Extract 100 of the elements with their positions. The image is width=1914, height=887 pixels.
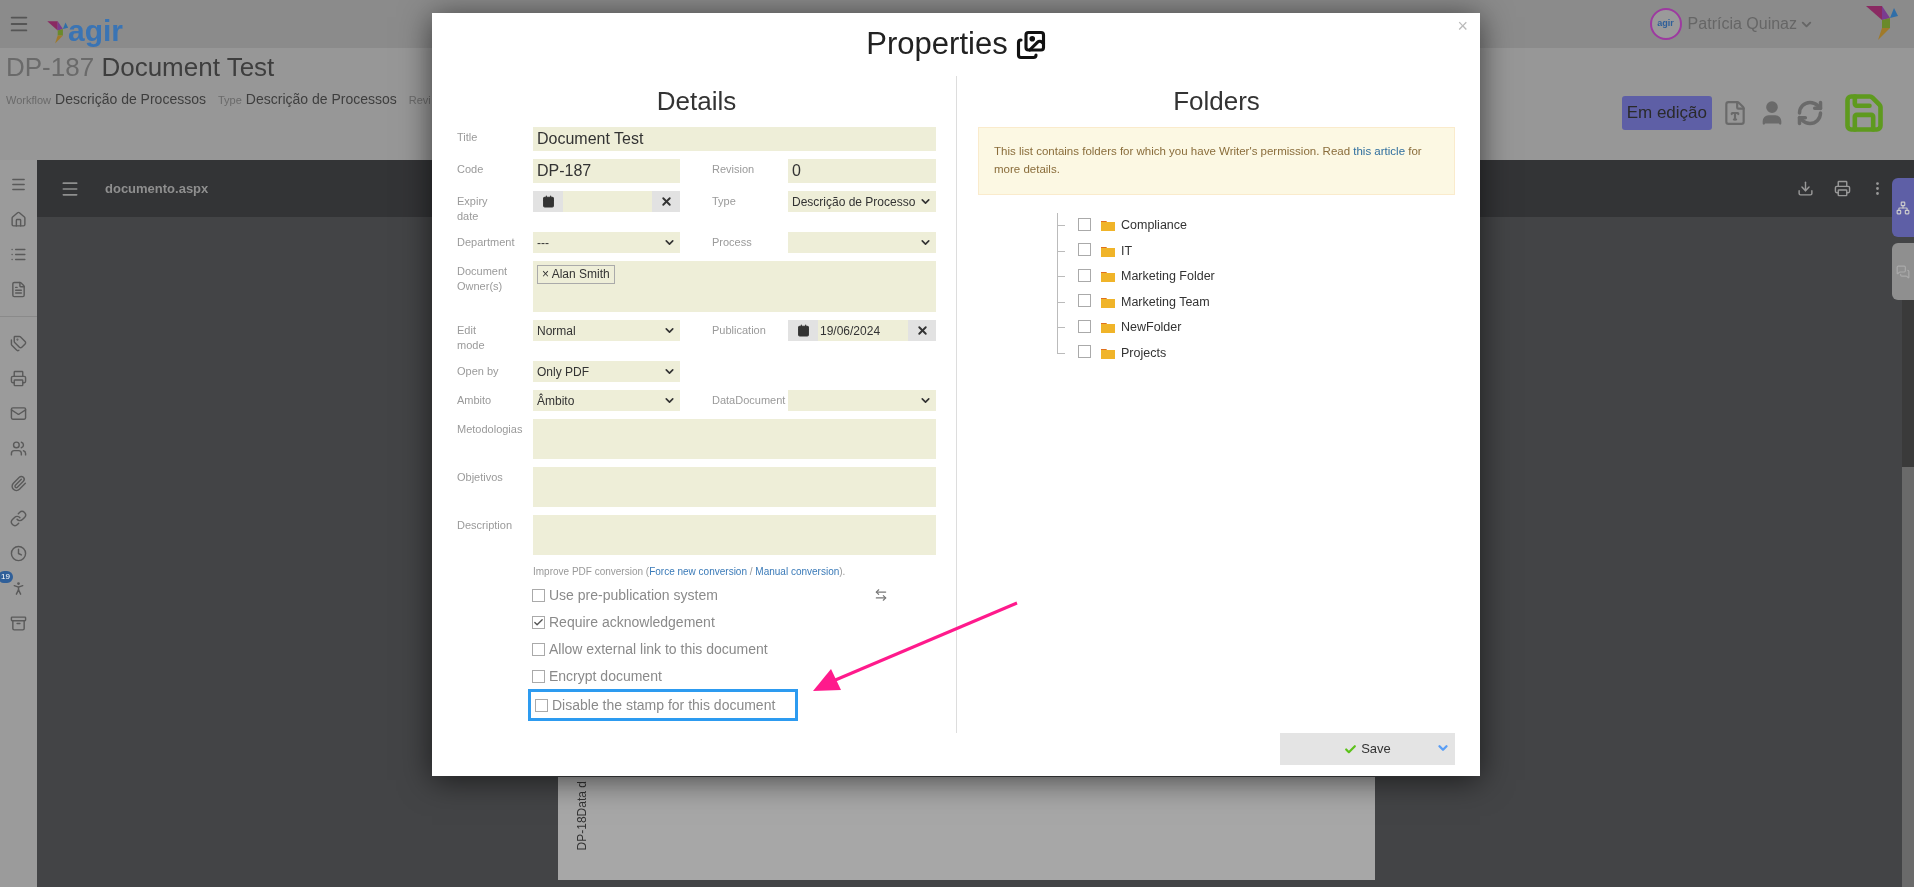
folder-icon: [1101, 296, 1115, 308]
mail-icon[interactable]: [10, 405, 27, 422]
dialog-title: Properties: [866, 25, 1008, 64]
checkbox[interactable]: [532, 615, 545, 629]
refresh-icon[interactable]: [1796, 99, 1824, 127]
checkbox[interactable]: [1078, 268, 1091, 282]
checkbox[interactable]: [532, 588, 545, 602]
folder-icon: [1101, 322, 1115, 334]
list-icon[interactable]: [10, 246, 27, 263]
folder-name[interactable]: NewFolder: [1121, 318, 1182, 338]
file-icon[interactable]: [10, 281, 27, 298]
field-label: Type: [712, 194, 737, 209]
checkbox[interactable]: [1078, 319, 1091, 333]
field-label: Process: [712, 235, 753, 250]
checkbox[interactable]: [532, 669, 545, 683]
images-icon: [1015, 29, 1046, 60]
comments-tab[interactable]: [1892, 243, 1914, 300]
field-label: Objetivos: [457, 470, 504, 485]
meta-value: Descrição de Processos: [55, 90, 206, 109]
article-link[interactable]: this article: [1353, 145, 1406, 157]
section-heading: Details: [655, 85, 738, 118]
status-badge: Em edição: [1621, 96, 1712, 130]
field-label: Expiry date: [457, 194, 489, 224]
folder-name[interactable]: Marketing Folder: [1121, 267, 1215, 287]
check-icon: [1344, 742, 1358, 756]
clock-icon[interactable]: [10, 545, 27, 562]
select-field[interactable]: Descrição de Processo: [788, 191, 936, 212]
menu-icon[interactable]: [10, 176, 27, 193]
page-text: Data d: [576, 781, 588, 817]
clear-icon: [659, 195, 673, 208]
comments-icon: [1896, 264, 1910, 279]
select-field[interactable]: ---: [533, 232, 680, 253]
sitemap-tab[interactable]: [1892, 178, 1914, 237]
paperclip-icon[interactable]: [10, 475, 27, 492]
text-field[interactable]: DP-187: [533, 159, 680, 183]
page-text: DP-18: [576, 816, 588, 851]
folder-name[interactable]: Compliance: [1121, 216, 1187, 236]
calendar-icon: [796, 324, 810, 337]
select-field[interactable]: Âmbito: [533, 390, 680, 411]
select-field[interactable]: Only PDF: [533, 361, 680, 382]
field-label: Publication: [712, 323, 767, 338]
tag-icon[interactable]: [10, 335, 27, 352]
logo-text: agir: [68, 16, 124, 46]
date-field[interactable]: [533, 191, 680, 212]
folder-name[interactable]: Marketing Team: [1121, 292, 1210, 312]
checkbox[interactable]: [1078, 345, 1091, 359]
field-label: Edit mode: [457, 323, 486, 353]
checkbox[interactable]: [1078, 243, 1091, 257]
calendar-icon: [541, 195, 555, 208]
save-icon[interactable]: [1842, 91, 1886, 135]
folder-name[interactable]: IT: [1121, 241, 1133, 261]
sitemap-icon: [1896, 200, 1910, 215]
checkbox[interactable]: [1078, 217, 1091, 231]
permission-notice: This list contains folders for which you have Writer's permission. Read this article for more details.: [978, 127, 1455, 195]
date-field[interactable]: 19/06/2024: [788, 320, 936, 341]
count-badge: 19: [0, 571, 13, 583]
text-field[interactable]: 0: [788, 159, 936, 183]
field-label: Metodologias: [457, 422, 524, 437]
link-icon[interactable]: [10, 510, 27, 527]
field-label: Document Owner(s): [457, 264, 509, 294]
force-conversion-link[interactable]: Force new conversion: [649, 566, 747, 577]
meta-value: Descrição de Processos: [245, 90, 397, 109]
swap-icon[interactable]: [874, 588, 888, 602]
option-label: Require acknowledgement: [549, 612, 715, 632]
field-label: Title: [457, 130, 479, 145]
folder-icon: [1101, 220, 1115, 232]
option-label: Disable the stamp for this document: [552, 695, 776, 715]
field-label: Open by: [457, 364, 500, 379]
printer-icon[interactable]: [10, 370, 27, 387]
users-icon[interactable]: [10, 440, 27, 457]
field-label: Code: [457, 162, 485, 177]
text-field[interactable]: Document Test: [533, 127, 936, 151]
select-field[interactable]: [788, 232, 936, 253]
checkbox[interactable]: [532, 642, 545, 656]
archive-icon[interactable]: [10, 615, 27, 632]
file-name: documento.aspx: [105, 179, 209, 198]
option-label: Encrypt document: [549, 666, 662, 686]
owners-field[interactable]: × Alan Smith: [533, 261, 936, 312]
folder-icon: [1101, 271, 1115, 283]
printer-icon[interactable]: [1834, 180, 1851, 197]
select-field[interactable]: Normal: [533, 320, 680, 341]
field-label: Ambito: [457, 393, 493, 408]
field-label: Revision: [712, 162, 756, 177]
download-icon[interactable]: [1797, 180, 1814, 197]
select-field[interactable]: [788, 390, 936, 411]
pdf-conversion-note: Improve PDF conversion (Force new conversion / Manual conversion).: [533, 565, 847, 579]
field-label: Description: [457, 518, 514, 533]
manual-conversion-link[interactable]: Manual conversion: [755, 566, 840, 577]
folder-icon: [1101, 347, 1115, 359]
home-icon[interactable]: [10, 211, 27, 228]
folder-name[interactable]: Projects: [1121, 343, 1167, 363]
clear-icon: [915, 324, 929, 337]
field-label: DataDocument: [712, 393, 787, 408]
option-label: Use pre-publication system: [549, 585, 718, 605]
option-label: Allow external link to this document: [549, 639, 768, 659]
scrollbar[interactable]: [1902, 300, 1914, 887]
checkbox[interactable]: [1078, 294, 1091, 308]
owner-tag[interactable]: × Alan Smith: [537, 265, 615, 284]
save-button[interactable]: Save: [1280, 733, 1455, 765]
checkbox[interactable]: [535, 698, 548, 712]
